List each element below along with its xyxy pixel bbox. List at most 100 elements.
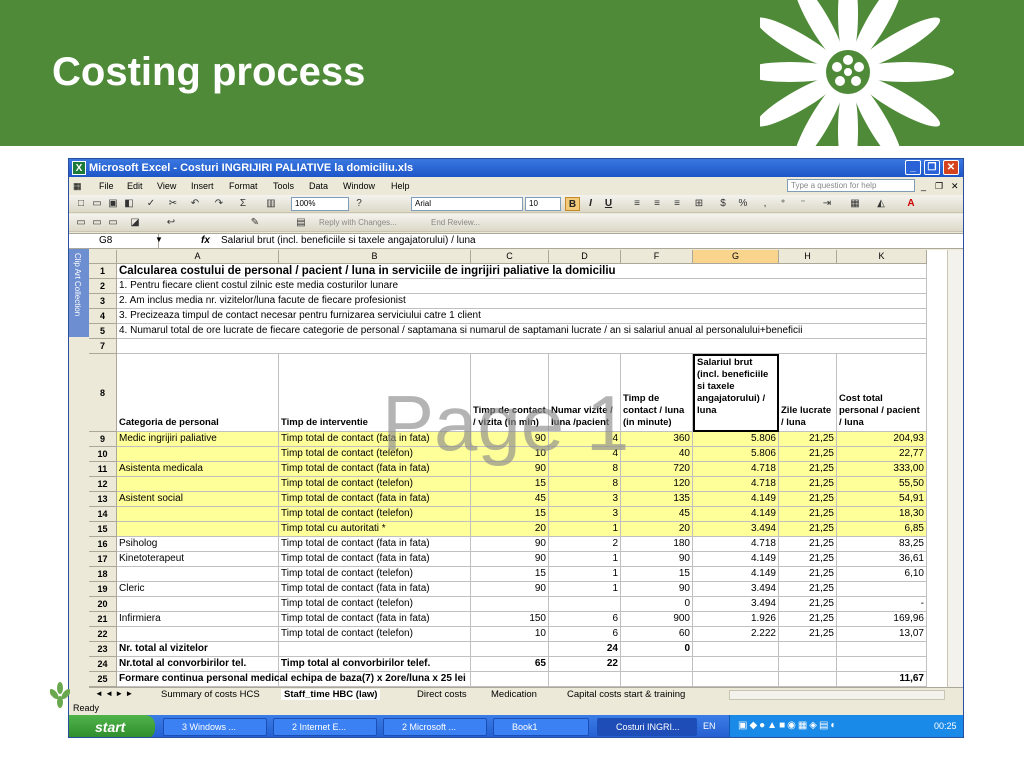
table-cell[interactable]: 4.149 [693, 492, 779, 507]
row-header[interactable]: 16 [89, 537, 117, 552]
table-cell[interactable] [837, 582, 927, 597]
formula-input[interactable]: Salariul brut (incl. beneficiile si taxe… [221, 235, 476, 246]
column-header-k[interactable]: K [837, 250, 927, 264]
table-cell[interactable] [837, 642, 927, 657]
table-cell[interactable]: 55,50 [837, 477, 927, 492]
table-cell[interactable]: Timp total de contact (telefon) [279, 567, 471, 582]
row-header[interactable]: 2 [89, 279, 117, 294]
row-header[interactable]: 18 [89, 567, 117, 582]
menu-window[interactable]: Window [343, 181, 375, 191]
track-icon[interactable]: ◪ [129, 217, 141, 229]
table-cell[interactable]: 21,25 [779, 537, 837, 552]
align-right-icon[interactable]: ≡ [671, 198, 683, 210]
column-title-cell[interactable]: Categoria de personal [117, 354, 279, 432]
table-cell[interactable]: 21,25 [779, 612, 837, 627]
row-header[interactable]: 23 [89, 642, 117, 657]
note-cell[interactable]: 2. Am inclus media nr. vizitelor/luna fa… [117, 294, 927, 309]
table-cell[interactable] [779, 642, 837, 657]
table-cell[interactable]: 15 [471, 567, 549, 582]
folder-icon[interactable]: ▭ [75, 217, 87, 229]
reply-icon[interactable]: ↩ [165, 217, 177, 229]
doc-restore-button[interactable]: ❐ [935, 181, 943, 192]
table-cell[interactable]: Timp total de contact (fata in fata) [279, 492, 471, 507]
font-color-icon[interactable]: A [905, 198, 917, 210]
row-header[interactable]: 1 [89, 264, 117, 279]
table-cell[interactable]: 0 [621, 597, 693, 612]
table-cell[interactable]: 2.222 [693, 627, 779, 642]
restore-button[interactable]: ❐ [924, 160, 940, 175]
table-cell[interactable]: Timp total de contact (telefon) [279, 627, 471, 642]
table-cell[interactable]: Asistent social [117, 492, 279, 507]
table-cell[interactable]: 21,25 [779, 627, 837, 642]
menu-help[interactable]: Help [391, 181, 410, 191]
column-header-b[interactable]: B [279, 250, 471, 264]
table-cell[interactable]: Medic ingrijiri paliative [117, 432, 279, 447]
column-header-c[interactable]: C [471, 250, 549, 264]
table-cell[interactable]: 6,10 [837, 567, 927, 582]
underline-button[interactable]: U [601, 197, 616, 211]
table-cell[interactable]: Timp total de contact (telefon) [279, 597, 471, 612]
row-header[interactable]: 7 [89, 339, 117, 354]
table-cell[interactable]: 4.718 [693, 477, 779, 492]
table-cell[interactable] [549, 597, 621, 612]
bold-button[interactable]: B [565, 197, 580, 211]
sheet-tab-direct-costs[interactable]: Direct costs [417, 689, 467, 700]
table-cell[interactable]: 45 [621, 507, 693, 522]
row-header[interactable]: 5 [89, 324, 117, 339]
help-icon[interactable]: ? [353, 198, 365, 210]
percent-icon[interactable]: % [737, 198, 749, 210]
align-left-icon[interactable]: ≡ [631, 198, 643, 210]
doc-minimize-button[interactable]: _ [921, 181, 926, 191]
table-cell[interactable]: 21,25 [779, 567, 837, 582]
row-header[interactable]: 19 [89, 582, 117, 597]
comma-icon[interactable]: , [759, 198, 771, 210]
menu-insert[interactable]: Insert [191, 181, 214, 191]
table-cell[interactable]: 60 [621, 627, 693, 642]
note-cell[interactable]: 4. Numarul total de ore lucrate de fieca… [117, 324, 927, 339]
table-cell[interactable]: 13,07 [837, 627, 927, 642]
row-header[interactable]: 20 [89, 597, 117, 612]
table-cell[interactable]: 24 [549, 642, 621, 657]
decrease-decimal-icon[interactable]: ⁻ [797, 198, 809, 210]
row-header[interactable]: 15 [89, 522, 117, 537]
name-box-dropdown-icon[interactable]: ▼ [155, 235, 163, 244]
table-cell[interactable]: Timp total de contact (fata in fata) [279, 582, 471, 597]
sheet-tab-medication[interactable]: Medication [491, 689, 537, 700]
zoom-select[interactable]: 100% [291, 197, 349, 211]
font-select[interactable]: Arial [411, 197, 523, 211]
table-cell[interactable]: Formare continua personal medical echipa… [117, 672, 466, 687]
table-cell[interactable]: 3.494 [693, 522, 779, 537]
table-cell[interactable] [117, 507, 279, 522]
table-cell[interactable] [779, 672, 837, 687]
window-titlebar[interactable]: X Microsoft Excel - Costuri INGRIJIRI PA… [69, 159, 963, 177]
column-title-cell[interactable]: Salariul brut (incl. beneficiile si taxe… [693, 354, 779, 432]
table-cell[interactable]: 22 [549, 657, 621, 672]
table-cell[interactable]: 10 [471, 627, 549, 642]
table-cell[interactable]: 20 [621, 522, 693, 537]
table-cell[interactable]: Psiholog [117, 537, 279, 552]
table-cell[interactable]: 45 [471, 492, 549, 507]
table-cell[interactable]: 4.718 [693, 462, 779, 477]
new-icon[interactable]: □ [75, 198, 87, 210]
row-header[interactable]: 3 [89, 294, 117, 309]
row-header[interactable]: 12 [89, 477, 117, 492]
table-cell[interactable]: 22,77 [837, 447, 927, 462]
table-cell[interactable]: Nr. total al vizitelor [117, 642, 279, 657]
table-cell[interactable] [693, 672, 779, 687]
table-cell[interactable] [549, 672, 621, 687]
end-review-button[interactable]: End Review... [431, 218, 480, 227]
menu-edit[interactable]: Edit [127, 181, 143, 191]
table-cell[interactable]: Asistenta medicala [117, 462, 279, 477]
doc-close-button[interactable]: ✕ [951, 181, 959, 192]
name-box[interactable]: G8 [69, 234, 159, 249]
table-cell[interactable]: 2 [549, 537, 621, 552]
table-cell[interactable]: 1 [549, 582, 621, 597]
table-cell[interactable]: 4.149 [693, 552, 779, 567]
table-cell[interactable]: 90 [471, 582, 549, 597]
table-cell[interactable] [117, 447, 279, 462]
table-cell[interactable]: 21,25 [779, 507, 837, 522]
table-cell[interactable]: Timp total de contact (telefon) [279, 507, 471, 522]
table-cell[interactable]: 1 [549, 522, 621, 537]
excel-menu-icon[interactable]: ▦ [73, 181, 82, 192]
table-cell[interactable]: 11,67 [837, 672, 927, 687]
